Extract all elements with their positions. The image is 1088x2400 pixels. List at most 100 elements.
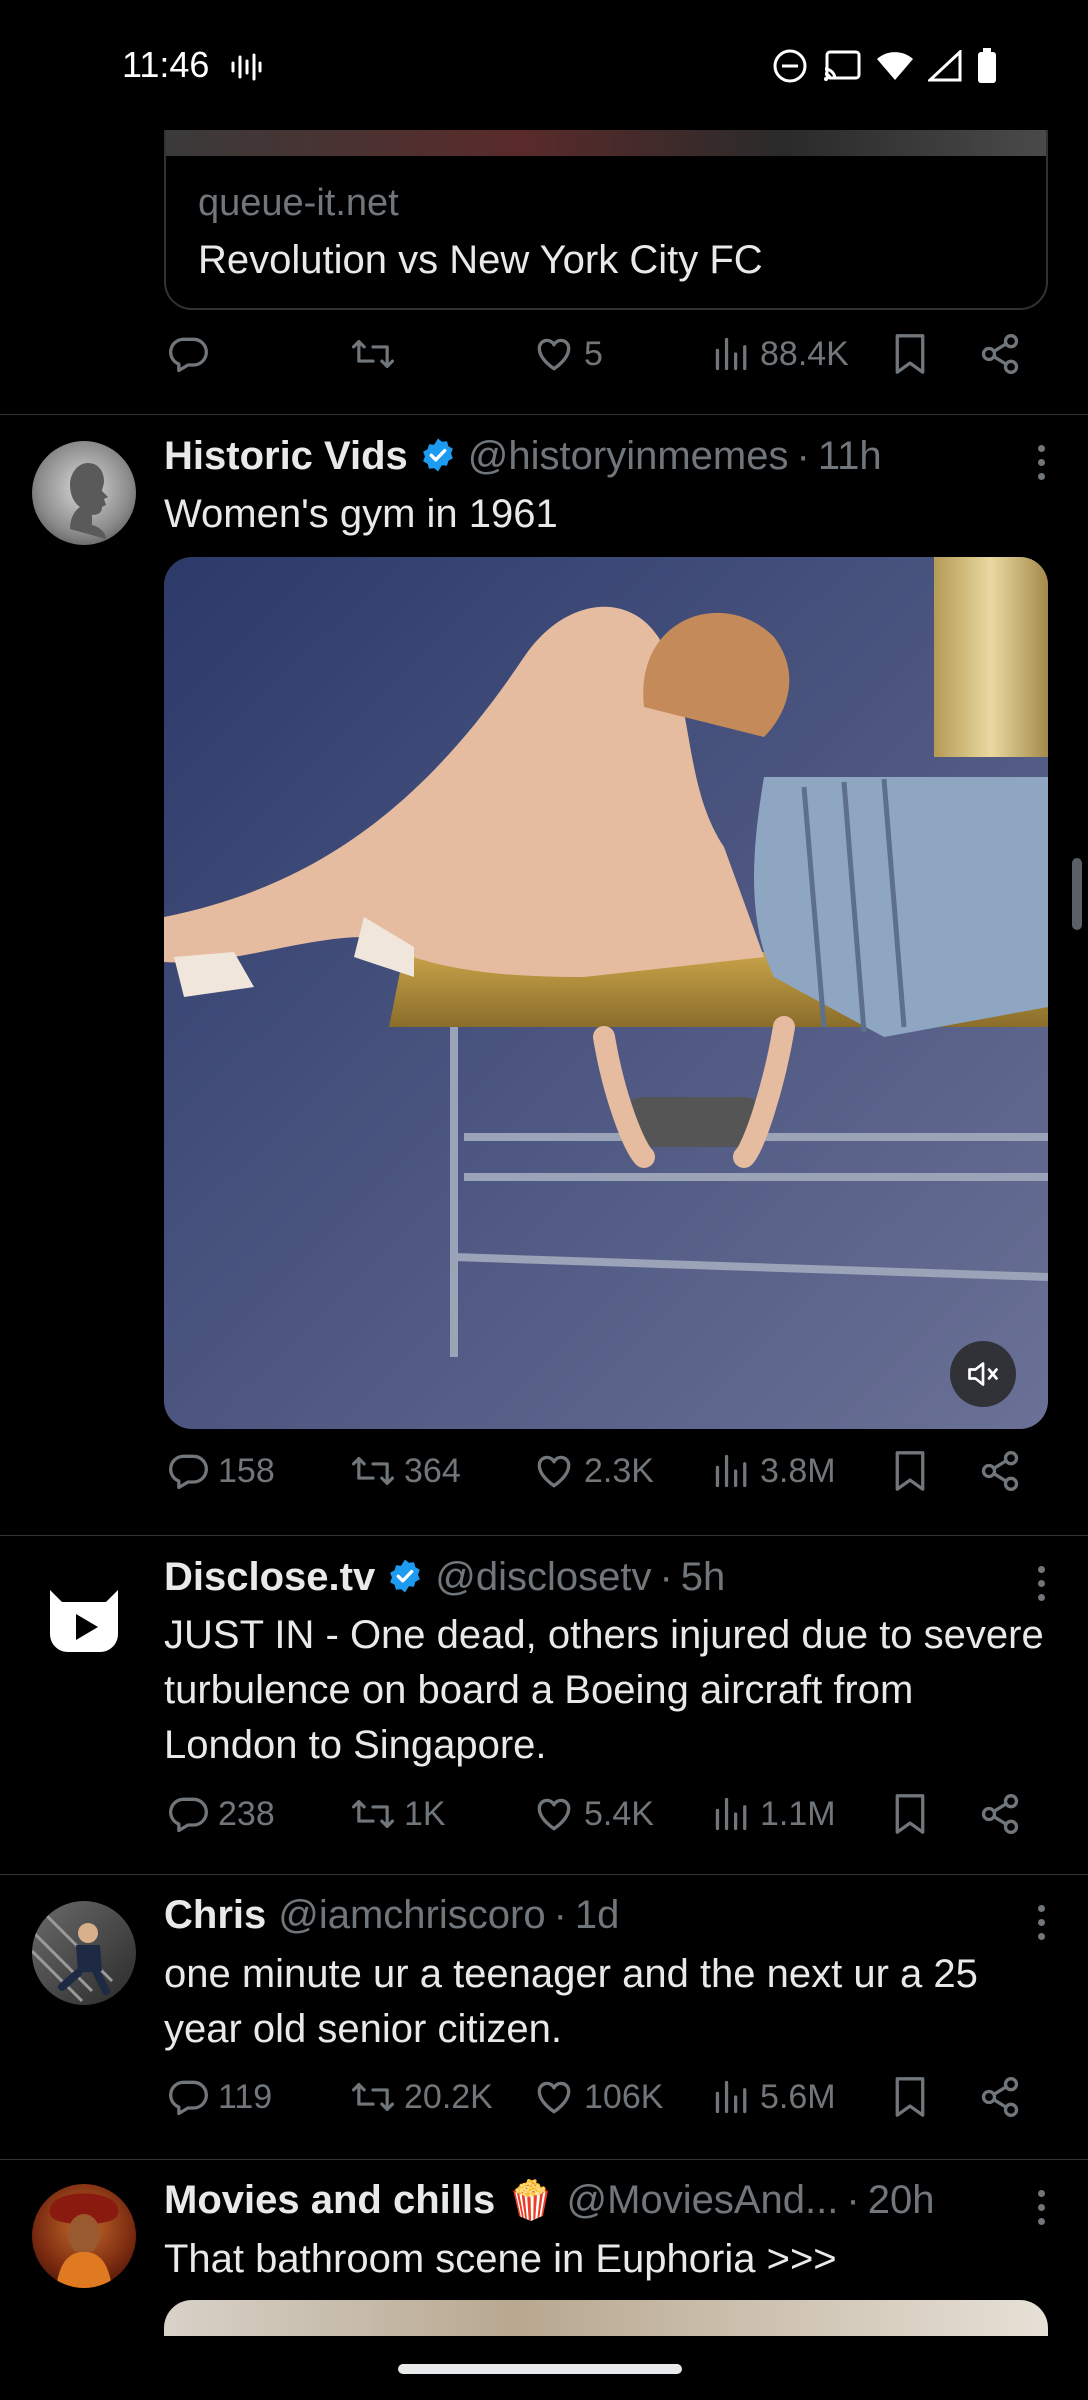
like-count: 2.3K xyxy=(584,1451,654,1490)
more-options-button[interactable] xyxy=(1038,1566,1048,1608)
views-icon xyxy=(715,337,747,371)
avatar[interactable] xyxy=(32,2184,136,2288)
like-button[interactable]: 5.4K xyxy=(532,1792,654,1836)
mute-icon xyxy=(968,1362,998,1386)
tweet-actions: 158 364 2.3K 3.8M xyxy=(164,1449,1044,1509)
share-icon xyxy=(981,1451,1019,1491)
profile-bust-image xyxy=(70,463,108,539)
avatar[interactable] xyxy=(32,441,136,545)
tweet-chris[interactable]: Chris @iamchriscoro · 1d one minute ur a… xyxy=(0,1875,1088,2159)
more-options-button[interactable] xyxy=(1038,2190,1048,2232)
popcorn-emoji-icon: 🍿 xyxy=(507,2180,555,2222)
share-button[interactable] xyxy=(978,2075,1022,2119)
share-icon xyxy=(981,1794,1019,1834)
like-count: 5.4K xyxy=(584,1794,654,1833)
share-icon xyxy=(981,2077,1019,2117)
repost-button[interactable]: 1K xyxy=(350,1792,446,1836)
battery-icon xyxy=(978,48,996,83)
views-button[interactable]: 5.6M xyxy=(712,2075,836,2119)
repost-button[interactable]: 364 xyxy=(350,1449,461,1493)
repost-icon xyxy=(351,340,395,368)
share-button[interactable] xyxy=(978,1449,1022,1493)
tweet-actions: 119 20.2K 106K 5.6M xyxy=(164,2075,1044,2135)
views-icon xyxy=(715,1454,747,1488)
reply-icon xyxy=(169,337,208,373)
do-not-disturb-icon xyxy=(773,49,807,83)
share-button[interactable] xyxy=(978,1792,1022,1836)
mute-toggle-button[interactable] xyxy=(950,1341,1016,1407)
cast-icon xyxy=(824,50,861,81)
author-handle[interactable]: @MoviesAnd... xyxy=(567,2178,839,2223)
tweet-text: Women's gym in 1961 xyxy=(164,492,558,536)
tweet-video[interactable] xyxy=(164,557,1048,1429)
author-handle[interactable]: @disclosetv xyxy=(435,1555,651,1600)
more-options-button[interactable] xyxy=(1038,445,1048,487)
reply-icon xyxy=(169,1454,208,1490)
views-icon xyxy=(715,2080,747,2114)
like-icon xyxy=(537,2081,571,2114)
tweet-historic-vids[interactable]: Historic Vids @historyinmemes · 11h Wome… xyxy=(0,415,1088,1535)
home-gesture-bar[interactable] xyxy=(398,2364,682,2374)
like-icon xyxy=(537,338,571,371)
separator-dot: · xyxy=(796,434,810,478)
repost-icon xyxy=(351,2083,395,2111)
bookmark-button[interactable] xyxy=(890,1449,930,1493)
bookmark-button[interactable] xyxy=(890,1792,930,1836)
profile-photo-image xyxy=(49,2193,119,2288)
tweet-time[interactable]: 11h xyxy=(818,434,882,479)
tweet-movies-and-chills[interactable]: Movies and chills 🍿 @MoviesAnd... · 20h … xyxy=(0,2160,1088,2336)
tweet-text: JUST IN - One dead, others injured due t… xyxy=(164,1613,1044,1767)
tweet-actions: 5 88.4K xyxy=(164,332,1044,392)
reply-button[interactable]: 238 xyxy=(166,1792,275,1836)
tweet-text: one minute ur a teenager and the next ur… xyxy=(164,1952,978,2051)
views-button[interactable]: 3.8M xyxy=(712,1449,836,1493)
tweet-time[interactable]: 1d xyxy=(575,1893,620,1938)
repost-icon xyxy=(351,1800,395,1828)
author-name[interactable]: Historic Vids xyxy=(164,434,408,479)
views-count: 5.6M xyxy=(760,2077,836,2116)
like-button[interactable]: 2.3K xyxy=(532,1449,654,1493)
link-card[interactable]: queue-it.net Revolution vs New York City… xyxy=(164,100,1048,310)
repost-button[interactable] xyxy=(350,332,404,376)
author-name[interactable]: Chris xyxy=(164,1893,266,1938)
like-icon xyxy=(537,1798,571,1831)
repost-count: 20.2K xyxy=(404,2077,493,2116)
reply-count: 238 xyxy=(218,1794,275,1833)
scrollbar-thumb[interactable] xyxy=(1072,858,1082,930)
like-icon xyxy=(537,1455,571,1488)
like-button[interactable]: 106K xyxy=(532,2075,663,2119)
more-options-button[interactable] xyxy=(1038,1905,1048,1947)
separator-dot: · xyxy=(659,1555,673,1599)
bookmark-icon xyxy=(895,2077,925,2117)
reply-button[interactable]: 158 xyxy=(166,1449,275,1493)
tweet-header: Disclose.tv @disclosetv · 5h xyxy=(164,1554,725,1600)
reply-icon xyxy=(169,1797,208,1833)
repost-count: 364 xyxy=(404,1451,461,1490)
tweet-header: Historic Vids @historyinmemes · 11h xyxy=(164,433,882,479)
author-handle[interactable]: @iamchriscoro xyxy=(278,1893,545,1938)
bookmark-button[interactable] xyxy=(890,332,930,376)
views-button[interactable]: 88.4K xyxy=(712,332,849,376)
avatar[interactable] xyxy=(32,1901,136,2005)
avatar[interactable] xyxy=(32,1564,136,1668)
tweet-time[interactable]: 5h xyxy=(681,1555,726,1600)
signal-icon xyxy=(928,50,962,82)
bookmark-button[interactable] xyxy=(890,2075,930,2119)
separator-dot: · xyxy=(553,1893,567,1937)
tweet-time[interactable]: 20h xyxy=(868,2178,935,2223)
sound-wave-icon xyxy=(231,53,262,81)
author-name[interactable]: Movies and chills xyxy=(164,2178,495,2223)
reply-count: 119 xyxy=(218,2077,273,2116)
like-button[interactable]: 5 xyxy=(532,332,603,376)
tweet-image-preview[interactable] xyxy=(164,2300,1048,2336)
share-button[interactable] xyxy=(978,332,1022,376)
repost-button[interactable]: 20.2K xyxy=(350,2075,493,2119)
tweet-disclosetv[interactable]: Disclose.tv @disclosetv · 5h JUST IN - O… xyxy=(0,1536,1088,1874)
reply-button[interactable]: 119 xyxy=(166,2075,272,2119)
author-name[interactable]: Disclose.tv xyxy=(164,1555,375,1600)
tweet-actions: 238 1K 5.4K 1.1M xyxy=(164,1792,1044,1852)
status-bar: 11:46 xyxy=(0,0,1088,130)
author-handle[interactable]: @historyinmemes xyxy=(468,434,789,479)
reply-button[interactable] xyxy=(166,332,218,376)
views-button[interactable]: 1.1M xyxy=(712,1792,836,1836)
